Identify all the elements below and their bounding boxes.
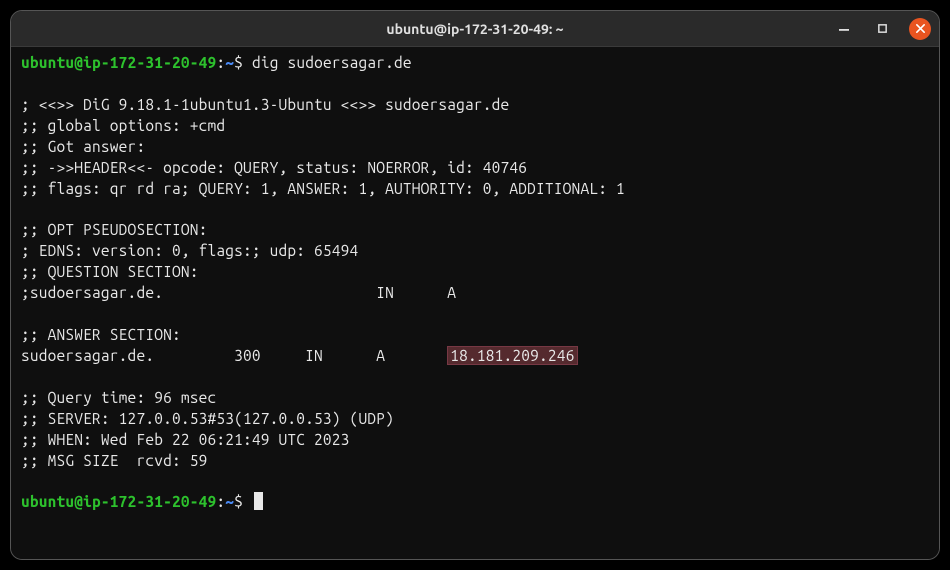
output-header: ;; ->>HEADER<<- opcode: QUERY, status: N… — [21, 158, 929, 179]
output-opt-section: ;; OPT PSEUDOSECTION: — [21, 220, 929, 241]
output-edns: ; EDNS: version: 0, flags:; udp: 65494 — [21, 241, 929, 262]
output-answer-row: sudoersagar.de. 300 IN A 18.181.209.246 — [21, 346, 929, 367]
output-global-opts: ;; global options: +cmd — [21, 116, 929, 137]
cursor — [254, 492, 263, 510]
terminal-body[interactable]: ubuntu@ip-172-31-20-49:~$ dig sudoersaga… — [11, 47, 939, 559]
output-question-row: ;sudoersagar.de. IN A — [21, 283, 929, 304]
minimize-icon — [838, 23, 850, 35]
maximize-button[interactable] — [871, 18, 893, 40]
output-flags: ;; flags: qr rd ra; QUERY: 1, ANSWER: 1,… — [21, 179, 929, 200]
output-answer-hdr: ;; ANSWER SECTION: — [21, 325, 929, 346]
output-query-time: ;; Query time: 96 msec — [21, 388, 929, 409]
blank-line — [21, 471, 929, 492]
output-question-hdr: ;; QUESTION SECTION: — [21, 262, 929, 283]
output-server: ;; SERVER: 127.0.0.53#53(127.0.0.53) (UD… — [21, 409, 929, 430]
blank-line — [21, 74, 929, 95]
prompt-user: ubuntu@ip-172-31-20-49 — [21, 493, 216, 510]
prompt-dollar: $ — [234, 493, 243, 510]
prompt-line-2: ubuntu@ip-172-31-20-49:~$ — [21, 492, 929, 513]
minimize-button[interactable] — [833, 18, 855, 40]
blank-line — [21, 199, 929, 220]
output-got-answer: ;; Got answer: — [21, 137, 929, 158]
prompt-colon: : — [216, 54, 225, 71]
close-icon — [915, 23, 926, 34]
window-controls — [833, 18, 931, 40]
prompt-path: ~ — [225, 493, 234, 510]
blank-line — [21, 304, 929, 325]
output-banner: ; <<>> DiG 9.18.1-1ubuntu1.3-Ubuntu <<>>… — [21, 95, 929, 116]
prompt-path: ~ — [225, 54, 234, 71]
answer-row-pre: sudoersagar.de. 300 IN A — [21, 347, 447, 364]
close-button[interactable] — [909, 18, 931, 40]
window-title: ubuntu@ip-172-31-20-49: ~ — [386, 21, 563, 37]
prompt-dollar: $ — [234, 54, 243, 71]
terminal-window: ubuntu@ip-172-31-20-49: ~ ubuntu@ip-172-… — [10, 10, 940, 560]
answer-ip-highlight: 18.181.209.246 — [447, 346, 577, 365]
blank-line — [21, 367, 929, 388]
output-msg-size: ;; MSG SIZE rcvd: 59 — [21, 451, 929, 472]
prompt-colon: : — [216, 493, 225, 510]
maximize-icon — [877, 23, 888, 34]
prompt-user: ubuntu@ip-172-31-20-49 — [21, 54, 216, 71]
output-when: ;; WHEN: Wed Feb 22 06:21:49 UTC 2023 — [21, 430, 929, 451]
prompt-line: ubuntu@ip-172-31-20-49:~$ dig sudoersaga… — [21, 53, 929, 74]
titlebar: ubuntu@ip-172-31-20-49: ~ — [11, 11, 939, 47]
command-text: dig sudoersagar.de — [252, 54, 412, 71]
